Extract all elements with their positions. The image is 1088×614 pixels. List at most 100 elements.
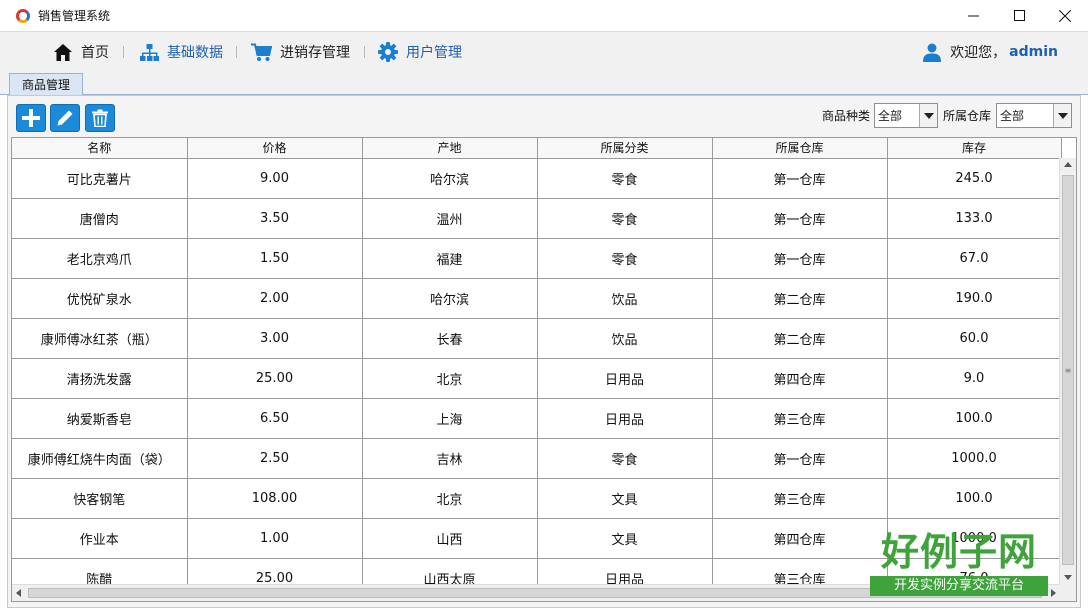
table-cell: 2.00 [187,278,363,319]
user-icon [923,43,942,62]
table-cell: 哈尔滨 [362,158,538,199]
table-row[interactable]: 清扬洗发露 25.00 北京 日用品 第四仓库 9.0 [12,358,1062,399]
minimize-button[interactable] [950,0,996,31]
delete-button[interactable] [85,104,115,132]
table-row[interactable]: 可比克薯片 9.00 哈尔滨 零食 第一仓库 245.0 [12,158,1062,199]
table-cell: 优悦矿泉水 [12,278,188,319]
edit-icon [57,110,73,126]
table-cell: 60.0 [887,318,1062,359]
app-logo-icon [15,8,31,24]
table-row[interactable]: 优悦矿泉水 2.00 哈尔滨 饮品 第二仓库 190.0 [12,278,1062,319]
table-cell: 零食 [537,158,713,199]
table-cell: 零食 [537,198,713,239]
nav-item-label: 进销存管理 [280,45,350,61]
table-cell: 福建 [362,238,538,279]
vertical-scrollbar[interactable]: ≡ [1059,158,1076,584]
maximize-icon [1013,10,1025,21]
table-cell: 第一仓库 [712,238,888,279]
greeting-text: 欢迎您， [950,45,1007,61]
table-cell: 日用品 [537,358,713,399]
close-icon [1059,9,1071,22]
table-row[interactable]: 康师傅冰红茶（瓶） 3.00 长春 饮品 第二仓库 60.0 [12,318,1062,359]
title-bar: 销售管理系统 [0,0,1088,31]
nav-item-home[interactable]: 首页 [53,32,109,72]
table-cell: 老北京鸡爪 [12,238,188,279]
warehouse-select[interactable]: 全部 [996,103,1072,128]
watermark: 好例子网 开发实例分享交流平台 [870,530,1048,596]
table-cell: 133.0 [887,198,1062,239]
column-header[interactable]: 库存 [887,138,1062,159]
table-row[interactable]: 康师傅红烧牛肉面（袋） 2.50 吉林 零食 第一仓库 1000.0 [12,438,1062,479]
category-select-value: 全部 [878,109,903,123]
table-cell: 第四仓库 [712,518,888,559]
table-cell: 清扬洗发露 [12,358,188,399]
table-cell: 第三仓库 [712,398,888,439]
table-cell: 哈尔滨 [362,278,538,319]
watermark-title: 好例子网 [880,529,1037,574]
tab-strip: 商品管理 [0,71,1088,95]
window-title: 销售管理系统 [38,9,111,23]
add-button[interactable] [16,104,46,132]
table-cell: 1000.0 [887,438,1062,479]
table-cell: 快客钢笔 [12,478,188,519]
scroll-left-icon[interactable] [16,589,21,597]
edit-button[interactable] [50,104,80,132]
table-cell: 康师傅冰红茶（瓶） [12,318,188,359]
table-cell: 吉林 [362,438,538,479]
scroll-down-icon[interactable] [1064,575,1072,580]
table-row[interactable]: 纳爱斯香皂 6.50 上海 日用品 第三仓库 100.0 [12,398,1062,439]
scrollbar-thumb[interactable]: ≡ [1062,175,1074,565]
user-greeting: 欢迎您， admin [923,32,1058,72]
table-cell: 6.50 [187,398,363,439]
nav-item-basic-data[interactable]: 基础数据 [140,32,223,72]
scroll-up-icon[interactable] [1064,162,1072,167]
column-header[interactable]: 所属仓库 [712,138,888,159]
tab-product-management[interactable]: 商品管理 [9,73,83,95]
table-cell: 第二仓库 [712,278,888,319]
table-row[interactable]: 老北京鸡爪 1.50 福建 零食 第一仓库 67.0 [12,238,1062,279]
table-cell: 1.00 [187,518,363,559]
home-icon [54,43,72,61]
table-cell: 第一仓库 [712,158,888,199]
sitemap-icon [140,43,159,61]
table-cell: 9.0 [887,358,1062,399]
window-controls [950,0,1088,31]
table-cell: 康师傅红烧牛肉面（袋） [12,438,188,479]
nav-item-label: 基础数据 [167,45,223,61]
chevron-down-icon [919,104,937,127]
column-header[interactable]: 名称 [12,138,188,159]
gear-icon [378,42,398,62]
scroll-right-icon[interactable] [1051,589,1056,597]
chevron-down-icon [1053,104,1071,127]
table-row[interactable]: 快客钢笔 108.00 北京 文具 第三仓库 100.0 [12,478,1062,519]
nav-divider [236,46,237,58]
nav-item-user-management[interactable]: 用户管理 [378,32,462,72]
table-cell: 第一仓库 [712,198,888,239]
table-cell: 日用品 [537,398,713,439]
maximize-button[interactable] [996,0,1042,31]
table-cell: 第二仓库 [712,318,888,359]
table-cell: 唐僧肉 [12,198,188,239]
table-cell: 零食 [537,438,713,479]
table-cell: 可比克薯片 [12,158,188,199]
close-button[interactable] [1042,0,1088,31]
column-header[interactable]: 产地 [362,138,538,159]
table-cell: 文具 [537,478,713,519]
nav-item-inventory[interactable]: 进销存管理 [251,32,350,72]
table-cell: 作业本 [12,518,188,559]
add-icon [22,109,40,127]
warehouse-select-value: 全部 [1000,109,1025,123]
table-cell: 北京 [362,478,538,519]
column-header[interactable]: 价格 [187,138,363,159]
warehouse-filter-label: 所属仓库 [943,109,992,123]
table-cell: 3.00 [187,318,363,359]
table-row[interactable]: 唐僧肉 3.50 温州 零食 第一仓库 133.0 [12,198,1062,239]
column-header[interactable]: 所属分类 [537,138,713,159]
table-cell: 1.50 [187,238,363,279]
table-cell: 第三仓库 [712,478,888,519]
table-cell: 100.0 [887,398,1062,439]
category-select[interactable]: 全部 [874,103,938,128]
nav-item-label: 首页 [81,45,109,61]
delete-icon [92,109,108,127]
table-cell: 第四仓库 [712,358,888,399]
